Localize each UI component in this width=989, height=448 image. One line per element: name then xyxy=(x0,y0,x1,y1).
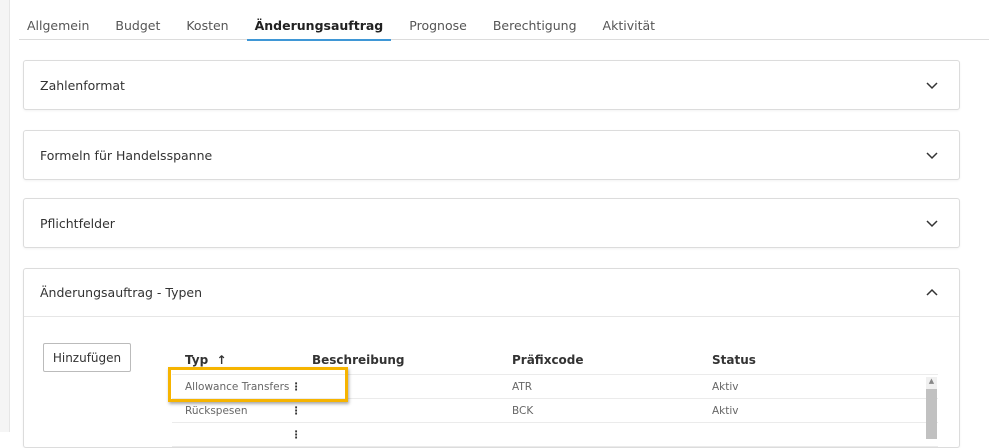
panel-zahlenformat: Zahlenformat xyxy=(23,60,960,110)
panel-title: Änderungsauftrag - Typen xyxy=(40,285,203,300)
more-options-icon[interactable]: ⋮ xyxy=(290,405,302,417)
sort-ascending-icon: ↑ xyxy=(216,352,227,367)
scroll-up-icon[interactable]: ▲ xyxy=(926,377,937,389)
cell-praefixcode: ATR xyxy=(512,380,533,393)
panel-title: Zahlenformat xyxy=(40,77,125,93)
panel-aenderungsauftrag-typen: Änderungsauftrag - Typen Hinzufügen Typ … xyxy=(23,268,960,448)
tab-allgemein[interactable]: Allgemein xyxy=(19,0,97,40)
highlight-box xyxy=(168,367,348,402)
tab-aktivitaet[interactable]: Aktivität xyxy=(595,0,664,40)
tab-prognose[interactable]: Prognose xyxy=(401,0,475,40)
cell-praefixcode: BCK xyxy=(512,404,534,417)
column-header-status[interactable]: Status xyxy=(712,353,912,367)
cell-typ: Rückspesen xyxy=(185,404,248,417)
tab-aenderungsauftrag[interactable]: Änderungsauftrag xyxy=(246,0,392,41)
column-header-beschreibung[interactable]: Beschreibung xyxy=(312,353,512,367)
cell-status: Aktiv xyxy=(712,380,739,393)
more-options-icon[interactable]: ⋮ xyxy=(290,429,302,441)
chevron-down-icon xyxy=(926,220,938,228)
tab-kosten[interactable]: Kosten xyxy=(178,0,236,40)
column-header-praefixcode[interactable]: Präfixcode xyxy=(512,353,712,367)
cell-status: Aktiv xyxy=(712,404,739,417)
tab-bar: Allgemein Budget Kosten Änderungsauftrag… xyxy=(19,0,989,41)
table-row[interactable]: ⋮ xyxy=(172,423,938,447)
chevron-down-icon xyxy=(926,82,938,90)
panel-header[interactable]: Formeln für Handelsspanne xyxy=(24,131,959,179)
tab-berechtigung[interactable]: Berechtigung xyxy=(485,0,585,40)
panel-header[interactable]: Pflichtfelder xyxy=(24,199,959,247)
panel-pflichtfelder: Pflichtfelder xyxy=(23,198,960,248)
panel-header[interactable]: Zahlenformat xyxy=(24,61,959,109)
tab-budget[interactable]: Budget xyxy=(107,0,168,40)
panel-title: Formeln für Handelsspanne xyxy=(40,147,213,163)
add-button[interactable]: Hinzufügen xyxy=(43,343,131,372)
column-header-typ[interactable]: Typ ↑ xyxy=(172,353,312,367)
left-sidebar-edge xyxy=(0,0,10,432)
table-scrollbar[interactable]: ▲ xyxy=(926,377,937,439)
chevron-down-icon xyxy=(926,152,938,160)
panel-title: Pflichtfelder xyxy=(40,215,115,231)
panel-formeln: Formeln für Handelsspanne xyxy=(23,130,960,180)
chevron-up-icon xyxy=(926,288,938,296)
table-row[interactable]: Rückspesen ⋮ BCK Aktiv xyxy=(172,399,938,423)
panel-header[interactable]: Änderungsauftrag - Typen xyxy=(24,269,959,317)
